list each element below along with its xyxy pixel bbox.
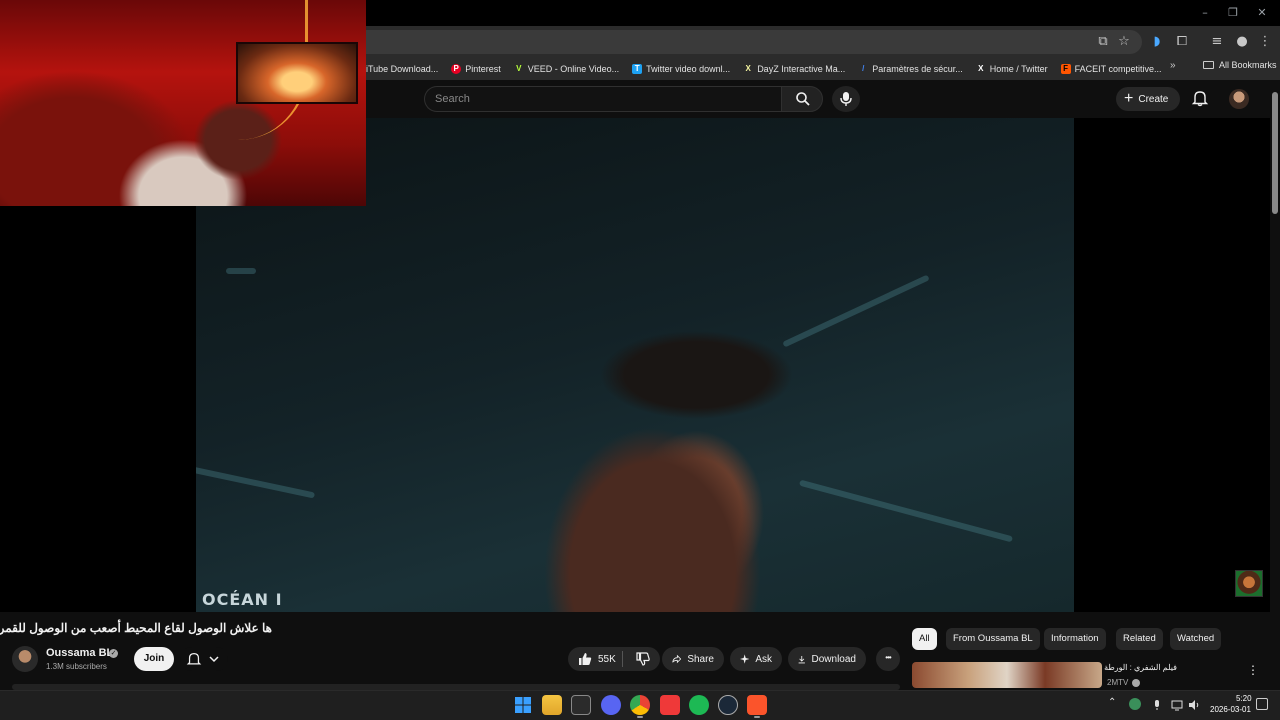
bookmark-pinterest[interactable]: P Pinterest (451, 64, 501, 74)
minimize-icon[interactable]: – (1198, 6, 1212, 20)
search-input[interactable]: Search (424, 86, 782, 112)
bell-icon (186, 653, 202, 665)
more-actions-button[interactable]: ••• (876, 647, 900, 671)
brave-icon[interactable] (747, 695, 767, 715)
create-button[interactable]: + Create (1116, 87, 1180, 111)
bookmark-dayz[interactable]: X DayZ Interactive Ma... (743, 64, 846, 74)
read-aloud-icon[interactable]: ◗ (1148, 33, 1166, 51)
light-beam (196, 463, 316, 499)
x-icon: X (978, 64, 984, 73)
share-icon (672, 654, 682, 664)
bookmark-parametres[interactable]: / Paramètres de sécur... (858, 64, 963, 74)
close-icon[interactable]: ✕ (1255, 6, 1269, 20)
light-beam (226, 268, 256, 274)
restore-icon[interactable]: ❐ (1226, 6, 1240, 20)
share-button[interactable]: Share (662, 647, 724, 671)
sparkle-icon (740, 654, 750, 664)
bookmark-home-twitter[interactable]: X Home / Twitter (976, 64, 1048, 74)
channel-watermark[interactable] (1235, 570, 1263, 597)
network-icon[interactable] (1171, 698, 1183, 711)
recommendation-title[interactable]: فيلم الشفري : الورطة (1104, 663, 1177, 672)
bookmarks-overflow-button[interactable]: » (1170, 60, 1176, 71)
fireplace-screen (236, 42, 358, 104)
clock-time[interactable]: 5:20 (1236, 694, 1252, 703)
subscriber-count: 1.3M subscribers (46, 662, 107, 671)
pinterest-icon: P (451, 64, 462, 74)
profile-icon[interactable]: ● (1233, 33, 1251, 51)
chrome-icon[interactable] (630, 695, 650, 715)
voice-search-button[interactable] (832, 86, 860, 112)
bookmark-veed[interactable]: V VEED - Online Video... (514, 64, 619, 74)
bookmark-itube[interactable]: iTube Download... (366, 64, 438, 74)
facecam-overlay (0, 0, 366, 206)
tray-app-icon[interactable] (1129, 698, 1141, 710)
google-icon: / (862, 64, 865, 73)
windows-start-icon[interactable] (513, 695, 533, 715)
vivaldi-icon[interactable] (660, 695, 680, 715)
chevron-down-icon (209, 656, 219, 663)
notifications-bell-icon[interactable] (1191, 89, 1209, 107)
microsoft-store-icon[interactable] (571, 695, 591, 715)
like-dislike-group: 55K (568, 647, 660, 671)
join-button[interactable]: Join (134, 647, 174, 671)
browser-menu-icon[interactable]: ⋮ (1256, 33, 1274, 51)
chip-all[interactable]: All (912, 628, 937, 650)
video-title: ها علاش الوصول لقاع المحيط أصعب من الوصو… (0, 621, 272, 635)
veed-icon: V (516, 64, 522, 73)
bookmark-faceit[interactable]: F FACEIT competitive... (1060, 64, 1162, 74)
recommendation-channel[interactable]: 2MTV (1107, 678, 1128, 687)
notification-center-icon[interactable] (1256, 698, 1268, 710)
install-app-icon[interactable]: ⧉ (1094, 33, 1112, 51)
clock-date[interactable]: 2026-03-01 (1210, 705, 1251, 714)
steam-icon[interactable] (718, 695, 738, 715)
channel-avatar[interactable] (12, 646, 38, 672)
like-count[interactable]: 55K (598, 654, 616, 665)
bookmark-twitter-video[interactable]: T Twitter video downl... (632, 64, 730, 74)
thumbs-down-icon[interactable] (636, 652, 650, 666)
ask-button[interactable]: Ask (730, 647, 782, 671)
file-explorer-icon[interactable] (542, 695, 562, 715)
bookmarks-bar: iTube Download... P Pinterest V VEED - Onl… (366, 58, 1280, 80)
subscription-notifications-button[interactable] (180, 647, 228, 671)
verified-icon: ✓ (109, 649, 118, 658)
brave-running-indicator (754, 716, 760, 718)
chrome-running-indicator (637, 716, 643, 718)
twitter-video-icon: T (632, 64, 643, 74)
plus-icon: + (1124, 90, 1134, 107)
spotify-icon[interactable] (689, 695, 709, 715)
like-divider (622, 651, 623, 667)
folder-icon (1203, 61, 1214, 69)
bookmark-star-icon[interactable]: ☆ (1115, 33, 1133, 51)
channel-name[interactable]: Oussama BL (46, 647, 113, 659)
recommendation-thumbnail[interactable] (912, 662, 1102, 688)
chip-information[interactable]: Information (1044, 628, 1106, 650)
media-controls-icon[interactable]: ≡ (1208, 33, 1226, 51)
tray-overflow-icon[interactable]: ⌃ (1108, 697, 1116, 708)
discord-icon[interactable] (601, 695, 621, 715)
light-beam (782, 274, 930, 348)
mic-icon (840, 92, 852, 106)
download-icon (798, 655, 805, 663)
scrollbar-thumb[interactable] (1272, 92, 1278, 214)
faceit-icon: F (1060, 64, 1071, 74)
account-avatar[interactable] (1229, 89, 1249, 109)
download-button[interactable]: Download (788, 647, 866, 671)
microphone-tray-icon[interactable] (1151, 698, 1163, 710)
light-beam (798, 479, 1014, 543)
all-bookmarks-button[interactable]: All Bookmarks (1203, 60, 1277, 70)
chip-watched[interactable]: Watched (1170, 628, 1222, 650)
volume-icon[interactable] (1188, 698, 1200, 710)
recommendation-menu-icon[interactable]: ⋮ (1247, 663, 1259, 677)
search-button[interactable] (781, 86, 823, 112)
verified-icon (1132, 679, 1140, 687)
dayz-icon: X (745, 64, 751, 73)
omnibox[interactable] (366, 30, 1142, 54)
chip-from-channel[interactable]: From Oussama BL (946, 628, 1040, 650)
extensions-icon[interactable]: ⧠ (1173, 33, 1191, 51)
thumbs-up-icon[interactable] (578, 652, 592, 666)
chip-related[interactable]: Related (1116, 628, 1163, 650)
video-overlay-text: OCÉAN I (202, 590, 283, 609)
search-icon (796, 92, 810, 106)
